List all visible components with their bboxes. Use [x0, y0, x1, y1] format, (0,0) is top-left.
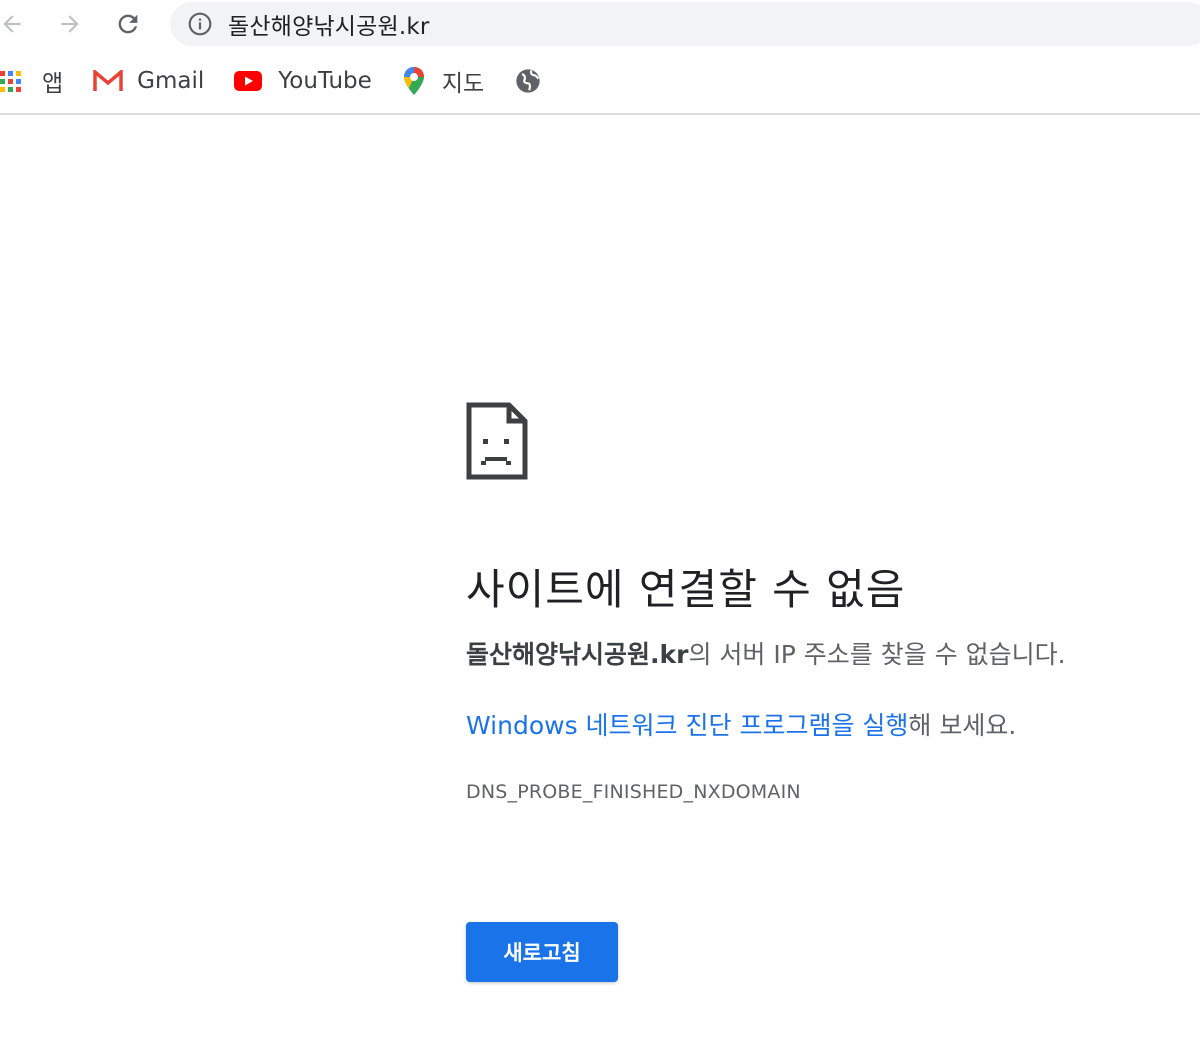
network-diagnostics-link[interactable]: Windows 네트워크 진단 프로그램을 실행 [466, 711, 908, 740]
browser-toolbar: 돌산해양낚시공원.kr [0, 0, 1200, 48]
gmail-icon [93, 70, 123, 92]
bookmark-gmail-label: Gmail [137, 68, 205, 94]
maps-icon [402, 66, 426, 96]
error-content: 사이트에 연결할 수 없음 돌산해양낚시공원.kr의 서버 IP 주소를 찾을 … [466, 402, 1186, 803]
bookmark-maps[interactable]: 지도 [402, 61, 484, 101]
bookmark-globe[interactable] [514, 61, 542, 101]
error-title: 사이트에 연결할 수 없음 [466, 565, 906, 614]
bookmark-youtube[interactable]: YouTube [234, 61, 372, 101]
back-arrow-icon [0, 11, 25, 37]
error-desc-suffix: 의 서버 IP 주소를 찾을 수 없습니다. [688, 640, 1066, 669]
error-code: DNS_PROBE_FINISHED_NXDOMAIN [466, 781, 801, 803]
url-text[interactable]: 돌산해양낚시공원.kr [228, 7, 430, 41]
bookmark-apps-label: 앱 [42, 71, 64, 97]
forward-arrow-icon [57, 11, 83, 37]
reload-button[interactable]: 새로고침 [466, 922, 618, 982]
bookmarks-bar: 앱 Gmail YouTube 지도 [0, 56, 1200, 106]
bookmark-apps[interactable]: 앱 [0, 61, 63, 101]
sad-page-icon [466, 402, 528, 480]
back-button[interactable] [0, 6, 30, 42]
reload-toolbar-button[interactable] [110, 6, 146, 42]
youtube-icon [234, 71, 263, 91]
forward-button[interactable] [52, 6, 88, 42]
error-description: 돌산해양낚시공원.kr의 서버 IP 주소를 찾을 수 없습니다. [466, 638, 1186, 672]
suggestion-suffix: 해 보세요. [908, 711, 1017, 740]
address-bar[interactable]: 돌산해양낚시공원.kr [170, 2, 1200, 46]
bookmark-gmail[interactable]: Gmail [93, 61, 204, 101]
reload-icon [114, 10, 142, 38]
apps-grid-icon [0, 69, 24, 93]
suggestion: Windows 네트워크 진단 프로그램을 실행해 보세요. [466, 709, 1186, 743]
info-icon[interactable] [186, 10, 214, 38]
error-host: 돌산해양낚시공원.kr [466, 640, 689, 669]
globe-icon [514, 67, 542, 95]
bookmark-maps-label: 지도 [441, 71, 485, 97]
toolbar-divider [0, 113, 1200, 115]
bookmark-youtube-label: YouTube [278, 68, 372, 94]
